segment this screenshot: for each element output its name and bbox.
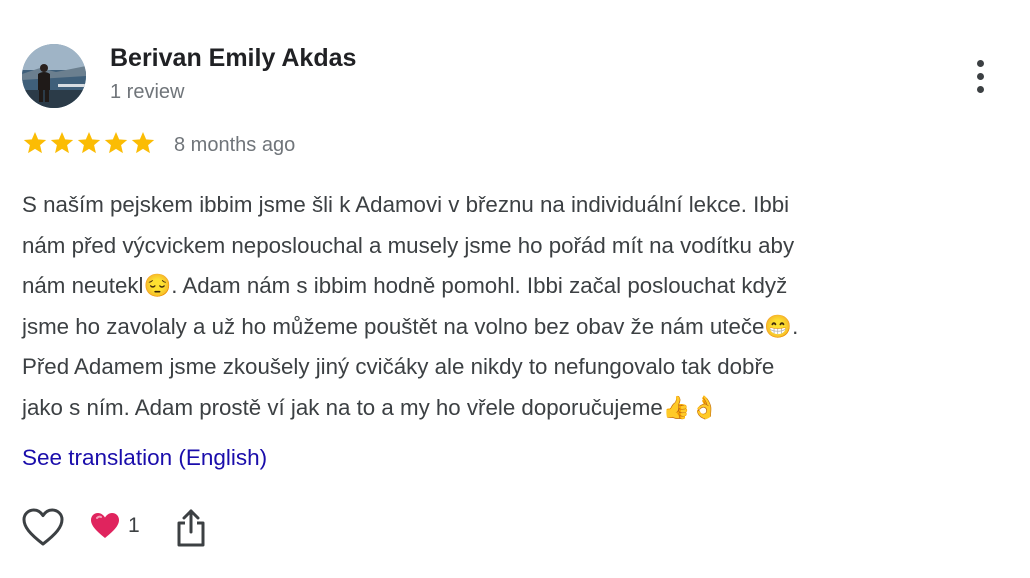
see-translation-link[interactable]: See translation (English)	[22, 445, 267, 471]
profile-photo-icon	[22, 44, 86, 108]
review-text: S naším pejskem ibbim jsme šli k Adamovi…	[22, 192, 799, 420]
author-avatar[interactable]	[22, 44, 86, 108]
more-vertical-icon	[976, 59, 984, 67]
like-button[interactable]	[22, 508, 64, 548]
author-review-count: 1 review	[110, 81, 185, 103]
red-heart-icon	[91, 513, 119, 538]
reaction-count: 1	[128, 514, 140, 537]
star-icon	[50, 131, 74, 154]
share-icon	[177, 509, 205, 547]
more-options-button[interactable]	[962, 56, 998, 96]
more-vertical-icon-dot	[976, 72, 984, 80]
star-rating	[22, 130, 156, 156]
star-icon	[104, 131, 128, 154]
star-icon	[131, 131, 155, 154]
star-icon	[77, 131, 101, 154]
reaction-summary: 1	[90, 512, 140, 540]
review-date: 8 months ago	[174, 134, 296, 156]
author-name[interactable]: Berivan Emily Akdas	[110, 44, 356, 73]
star-icon	[23, 131, 47, 154]
more-vertical-icon-dot	[976, 85, 984, 93]
share-button[interactable]	[174, 508, 208, 548]
heart-outline-icon	[22, 508, 64, 546]
